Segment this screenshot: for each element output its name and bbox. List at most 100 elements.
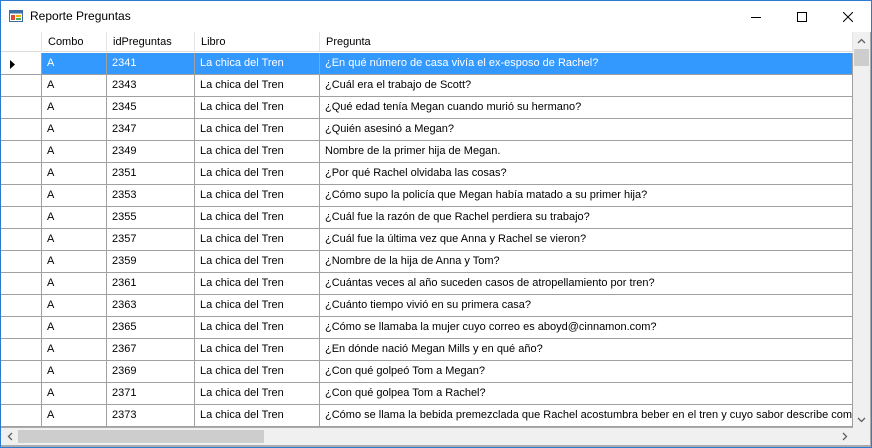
cell-libro[interactable]: La chica del Tren [195,383,320,405]
cell-libro[interactable]: La chica del Tren [195,141,320,163]
row-header-cell[interactable] [1,317,42,339]
row-header-cell[interactable] [1,119,42,141]
table-row[interactable]: A 2367 La chica del Tren ¿En dónde nació Me… [1,339,853,361]
cell-pregunta[interactable]: ¿Cuál era el trabajo de Scott? [320,75,853,97]
table-row[interactable]: A 2353 La chica del Tren ¿Cómo supo la poli… [1,185,853,207]
cell-idpreguntas[interactable]: 2355 [107,207,195,229]
table-row[interactable]: A 2361 La chica del Tren ¿Cuántas veces al … [1,273,853,295]
cell-libro[interactable]: La chica del Tren [195,317,320,339]
cell-idpreguntas[interactable]: 2349 [107,141,195,163]
cell-idpreguntas[interactable]: 2347 [107,119,195,141]
cell-pregunta[interactable]: ¿Qué edad tenía Megan cuando murió su he… [320,97,853,119]
cell-libro[interactable]: La chica del Tren [195,119,320,141]
cell-combo[interactable]: A [42,251,107,273]
column-header-idpreguntas[interactable]: idPreguntas [107,32,195,52]
cell-libro[interactable]: La chica del Tren [195,185,320,207]
cell-idpreguntas[interactable]: 2369 [107,361,195,383]
cell-pregunta[interactable]: ¿En dónde nació Megan Mills y en qué año… [320,339,853,361]
table-row[interactable]: A 2343 La chica del Tren ¿Cuál era el traba… [1,75,853,97]
cell-combo[interactable]: A [42,229,107,251]
table-row[interactable]: A 2351 La chica del Tren ¿Por qué Rachel ol… [1,163,853,185]
table-row[interactable]: A 2341 La chica del Tren ¿En qué número de … [1,53,853,75]
cell-idpreguntas[interactable]: 2359 [107,251,195,273]
cell-libro[interactable]: La chica del Tren [195,229,320,251]
cell-combo[interactable]: A [42,405,107,427]
row-header-cell[interactable] [1,163,42,185]
close-button[interactable] [825,1,871,32]
row-header-cell[interactable] [1,339,42,361]
cell-libro[interactable]: La chica del Tren [195,273,320,295]
row-header-cell[interactable] [1,207,42,229]
cell-idpreguntas[interactable]: 2345 [107,97,195,119]
cell-pregunta[interactable]: ¿Cómo se llamaba la mujer cuyo correo es… [320,317,853,339]
cell-libro[interactable]: La chica del Tren [195,295,320,317]
row-header-cell[interactable] [1,251,42,273]
row-header-cell[interactable] [1,97,42,119]
cell-idpreguntas[interactable]: 2371 [107,383,195,405]
cell-pregunta[interactable]: ¿Por qué Rachel olvidaba las cosas? [320,163,853,185]
cell-combo[interactable]: A [42,97,107,119]
horizontal-scroll-thumb[interactable] [18,430,264,443]
row-header-cell[interactable] [1,383,42,405]
cell-libro[interactable]: La chica del Tren [195,163,320,185]
row-header-cell[interactable] [1,53,42,75]
cell-pregunta[interactable]: ¿Cómo supo la policía que Megan había ma… [320,185,853,207]
cell-pregunta[interactable]: ¿Cuánto tiempo vivió en su primera casa? [320,295,853,317]
column-header-pregunta[interactable]: Pregunta [320,32,853,52]
cell-pregunta[interactable]: ¿Con qué golpeó Tom a Megan? [320,361,853,383]
column-header-libro[interactable]: Libro [195,32,320,52]
cell-idpreguntas[interactable]: 2341 [107,53,195,75]
scroll-down-button[interactable] [853,411,870,428]
cell-idpreguntas[interactable]: 2365 [107,317,195,339]
maximize-button[interactable] [779,1,825,32]
cell-libro[interactable]: La chica del Tren [195,251,320,273]
cell-idpreguntas[interactable]: 2367 [107,339,195,361]
cell-pregunta[interactable]: ¿Con qué golpea Tom a Rachel? [320,383,853,405]
cell-combo[interactable]: A [42,295,107,317]
cell-combo[interactable]: A [42,185,107,207]
cell-combo[interactable]: A [42,383,107,405]
cell-idpreguntas[interactable]: 2343 [107,75,195,97]
cell-idpreguntas[interactable]: 2373 [107,405,195,427]
cell-combo[interactable]: A [42,119,107,141]
cell-libro[interactable]: La chica del Tren [195,207,320,229]
row-header-cell[interactable] [1,361,42,383]
app-form-icon[interactable] [9,9,23,23]
cell-combo[interactable]: A [42,141,107,163]
cell-pregunta[interactable]: Nombre de la primer hija de Megan. [320,141,853,163]
table-row[interactable]: A 2363 La chica del Tren ¿Cuánto tiempo viv… [1,295,853,317]
row-header-cell[interactable] [1,185,42,207]
cell-pregunta[interactable]: ¿Cómo se llama la bebida premezclada que… [320,405,853,427]
column-header-combo[interactable]: Combo [42,32,107,52]
table-row[interactable]: A 2349 La chica del Tren Nombre de la prime… [1,141,853,163]
title-bar[interactable]: Reporte Preguntas [1,1,871,32]
table-row[interactable]: A 2365 La chica del Tren ¿Cómo se llamaba l… [1,317,853,339]
cell-pregunta[interactable]: ¿Nombre de la hija de Anna y Tom? [320,251,853,273]
cell-pregunta[interactable]: ¿Cuál fue la última vez que Anna y Rache… [320,229,853,251]
cell-combo[interactable]: A [42,75,107,97]
top-left-header-cell[interactable] [1,32,42,52]
table-row[interactable]: A 2369 La chica del Tren ¿Con qué golpeó To… [1,361,853,383]
cell-combo[interactable]: A [42,361,107,383]
questions-datagrid[interactable]: Combo idPreguntas Libro Pregunta A 2341 La… [1,32,871,447]
table-row[interactable]: A 2371 La chica del Tren ¿Con qué golpea To… [1,383,853,405]
table-row[interactable]: A 2359 La chica del Tren ¿Nombre de la hija… [1,251,853,273]
cell-idpreguntas[interactable]: 2357 [107,229,195,251]
cell-combo[interactable]: A [42,207,107,229]
cell-idpreguntas[interactable]: 2353 [107,185,195,207]
cell-libro[interactable]: La chica del Tren [195,53,320,75]
table-row[interactable]: A 2347 La chica del Tren ¿Quién asesinó a M… [1,119,853,141]
table-row[interactable]: A 2373 La chica del Tren ¿Cómo se llama la … [1,405,853,427]
vertical-scrollbar[interactable] [853,32,870,428]
cell-pregunta[interactable]: ¿Cuál fue la razón de que Rachel perdier… [320,207,853,229]
scroll-right-button[interactable] [836,428,853,445]
cell-pregunta[interactable]: ¿Cuántas veces al año suceden casos de a… [320,273,853,295]
minimize-button[interactable] [733,1,779,32]
row-header-cell[interactable] [1,229,42,251]
cell-combo[interactable]: A [42,273,107,295]
row-header-cell[interactable] [1,141,42,163]
cell-libro[interactable]: La chica del Tren [195,339,320,361]
row-header-cell[interactable] [1,295,42,317]
cell-combo[interactable]: A [42,339,107,361]
cell-pregunta[interactable]: ¿Quién asesinó a Megan? [320,119,853,141]
